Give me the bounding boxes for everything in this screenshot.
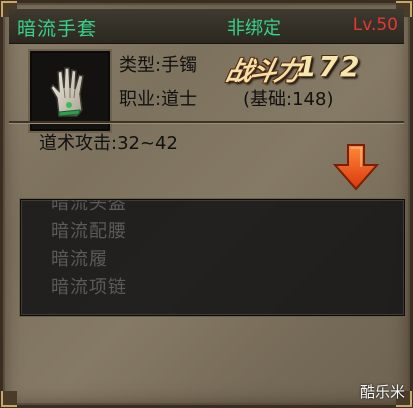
expand-set-button[interactable] [332,143,380,191]
divider [9,121,404,124]
combat-power-label: 战斗力 [223,57,302,87]
base-power: (基础:148) [243,89,334,110]
class-label: 职业: [119,89,162,110]
item-icon-slot [30,51,110,131]
watermark: 酷乐米 [359,383,405,401]
set-items-list: 暗流头盔 暗流配腰 暗流履 暗流项链 [51,199,127,302]
set-item: 暗流配腰 [51,221,127,242]
tooltip-header: 暗流手套 非绑定 Lv.50 [9,9,404,44]
type-row: 类型:手镯 [119,51,197,77]
taoist-attack-stat: 道术攻击:32~42 [39,133,178,154]
set-item: 暗流履 [51,249,108,270]
type-value: 手镯 [161,55,198,76]
set-items-panel[interactable]: 暗流头盔 暗流配腰 暗流履 暗流项链 [20,199,405,316]
tooltip-footer [9,321,404,399]
class-value: 道士 [161,89,198,110]
glove-icon [50,67,84,117]
set-item: 暗流项链 [51,277,127,298]
item-name: 暗流手套 [17,18,98,40]
class-row: 职业:道士 [119,85,197,111]
type-label: 类型: [119,55,162,76]
combat-power-value: 172 [297,50,362,83]
item-tooltip: 暗流手套 非绑定 Lv.50 类型:手镯 职业:道士 战斗力 172 (基础:1… [0,0,413,408]
item-level: Lv.50 [352,15,398,35]
set-item: 暗流头盔 [51,199,127,214]
down-arrow-icon [332,144,380,191]
bind-status: 非绑定 [227,18,281,39]
